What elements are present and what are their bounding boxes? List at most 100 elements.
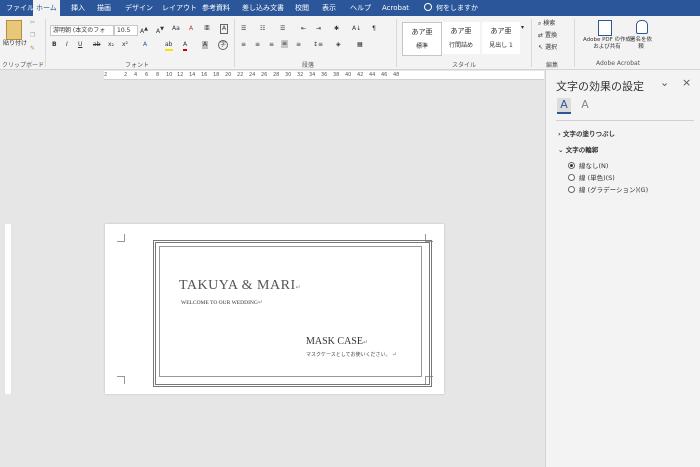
divider [396,19,397,67]
replace-button[interactable]: ⇄ 置換 [538,32,557,40]
divider [556,120,694,121]
radio-button[interactable] [568,174,575,181]
paste-icon[interactable] [6,20,22,40]
borders-icon[interactable]: ▦ [357,41,363,49]
paste-button[interactable]: 貼り付け [3,40,27,48]
italic-icon[interactable]: I [66,41,68,49]
ribbon-tab-bar: ファイル ホーム 挿入 描画 デザイン レイアウト 参考資料 差し込み文書 校閲… [0,0,700,16]
style-heading-1[interactable]: あア亜 見出し 1 [482,22,520,54]
tab-help[interactable]: ヘルプ [350,0,371,16]
card-title[interactable]: TAKUYA & MARI↵ [179,278,301,294]
format-painter-icon[interactable]: ✎ [30,45,35,53]
tab-view[interactable]: 表示 [322,0,336,16]
tab-draw[interactable]: 描画 [97,0,111,16]
asian-layout-icon[interactable]: ✱ [334,25,339,33]
divider [531,19,532,67]
tab-layout[interactable]: レイアウト [162,0,197,16]
tab-mailings[interactable]: 差し込み文書 [242,0,284,16]
decrease-indent-icon[interactable]: ⇤ [301,25,306,33]
style-name: 行間詰め [448,42,473,49]
radio-button[interactable] [568,162,575,169]
request-signature-button[interactable]: 署名を依頼 [630,37,652,51]
strikethrough-icon[interactable]: ab [93,41,101,49]
char-shading-icon[interactable]: A [202,41,209,49]
ruler-number: 4 [134,72,138,78]
tell-me-label: 何をしますか [436,4,478,12]
highlight-icon[interactable]: ab [165,41,173,51]
text-fill-outline-icon[interactable]: A [557,98,571,114]
tab-file[interactable]: ファイル [6,0,34,16]
mask-case-note[interactable]: マスクケースとしてお使いください。 ↵ [306,351,397,358]
radio-button[interactable] [568,186,575,193]
tab-references[interactable]: 参考資料 [202,0,230,16]
superscript-icon[interactable]: x² [122,41,128,49]
char-border-icon[interactable]: A [220,24,229,34]
underline-icon[interactable]: U [78,41,82,49]
justify-icon[interactable]: ≡ [281,40,289,48]
find-label: 検索 [543,20,556,27]
ruler-number: 42 [357,72,364,78]
shrink-font-icon[interactable]: A▼ [156,25,164,36]
numbering-icon[interactable]: ☷ [260,25,265,33]
shading-icon[interactable]: ◈ [336,41,341,49]
bullets-icon[interactable]: ☰ [241,25,246,33]
select-button[interactable]: ↖ 選択 [538,44,557,52]
align-right-icon[interactable]: ≡ [269,41,274,49]
radio-no-line[interactable]: 線なし(N) [568,160,608,170]
card-subtitle-text: WELCOME TO OUR WEDDING [181,300,258,306]
radio-solid-line[interactable]: 線 (単色)(S) [568,172,615,182]
create-share-pdf-button[interactable]: Adobe PDF の作成および共有 [582,37,632,51]
ruler-number: 34 [309,72,316,78]
text-effects-icon[interactable]: A [578,98,592,112]
chevron-down-icon: ⌄ [558,146,566,154]
show-marks-icon[interactable]: ¶ [372,25,376,33]
font-color-icon[interactable]: A [183,41,188,51]
vertical-ruler[interactable] [5,224,11,394]
grow-font-icon[interactable]: A▲ [140,25,148,36]
style-preview: あア亜 [450,27,472,35]
tell-me-box[interactable]: 何をしますか [424,0,478,16]
tab-design[interactable]: デザイン [125,0,153,16]
copy-icon[interactable]: ❐ [30,32,35,40]
text-effects-icon[interactable]: A [143,41,147,49]
align-center-icon[interactable]: ≡ [255,41,260,49]
tab-home[interactable]: ホーム [33,0,60,16]
cut-icon[interactable]: ✂ [30,19,35,27]
chevron-down-icon[interactable]: ⌄ [660,76,669,89]
styles-more-icon[interactable]: ▾ [521,24,524,32]
radio-gradient-line[interactable]: 線 (グラデーション)(G) [568,184,648,194]
enclose-char-icon[interactable]: 字 [218,40,229,50]
tab-insert[interactable]: 挿入 [71,0,85,16]
mask-case-heading[interactable]: MASK CASE↵ [306,336,368,347]
furigana-icon[interactable]: 亜 [204,25,210,33]
change-case-icon[interactable]: Aa [172,25,180,33]
line-spacing-icon[interactable]: ↕≡ [313,41,323,49]
distribute-icon[interactable]: ≡ [296,41,301,49]
section-text-outline-label: 文字の輪郭 [565,146,599,154]
font-size-box[interactable]: 10.5 [114,25,138,36]
clear-format-icon[interactable]: A [189,25,193,33]
subscript-icon[interactable]: x₂ [108,41,114,49]
ruler-number: 24 [249,72,256,78]
clipboard-group-label: クリップボード [2,62,45,69]
style-no-spacing[interactable]: あア亜 行間詰め [442,22,480,54]
style-normal[interactable]: あア亜 標準 [402,22,442,56]
multilevel-list-icon[interactable]: ☰ [280,25,285,33]
section-text-outline[interactable]: ⌄ 文字の輪郭 [558,144,598,154]
section-text-fill[interactable]: › 文字の塗りつぶし [558,128,615,138]
bold-icon[interactable]: B [52,41,57,49]
align-left-icon[interactable]: ≡ [241,41,246,49]
increase-indent-icon[interactable]: ⇥ [316,25,321,33]
card-subtitle[interactable]: WELCOME TO OUR WEDDING↵ [181,299,263,306]
document-page[interactable]: TAKUYA & MARI↵ WELCOME TO OUR WEDDING↵ M… [105,224,444,394]
tab-review[interactable]: 校閲 [295,0,309,16]
close-icon[interactable]: × [682,76,691,89]
horizontal-ruler[interactable]: 2 2 4 6 8 10 12 14 16 18 20 22 24 26 28 … [104,71,544,80]
font-name-box[interactable]: 游明朝 (本文のフォ [50,25,114,36]
style-name: 見出し 1 [489,42,513,49]
tab-acrobat[interactable]: Acrobat [382,0,409,16]
sort-icon[interactable]: A↓ [352,25,361,33]
find-button[interactable]: ⌕ 検索 [538,20,555,28]
ruler-number: 6 [145,72,149,78]
crop-mark [117,234,125,242]
